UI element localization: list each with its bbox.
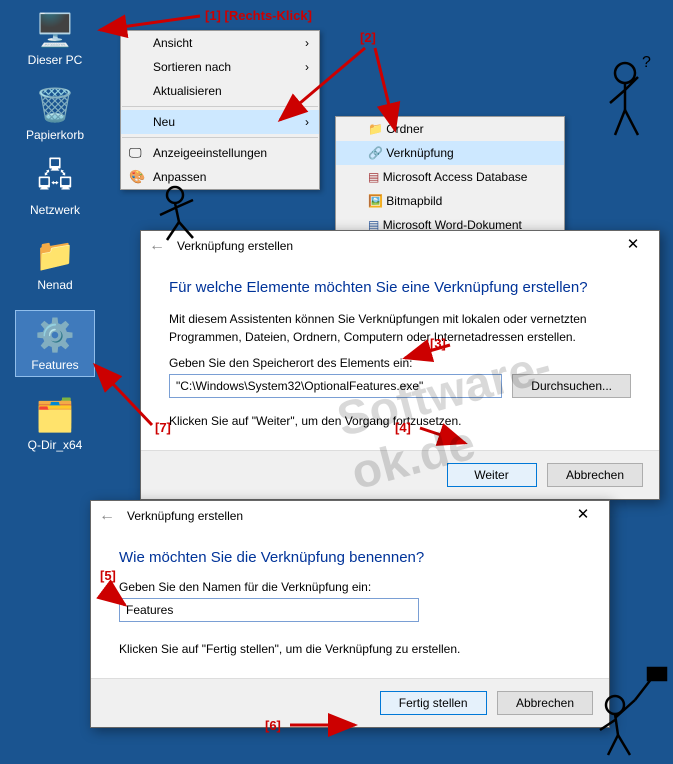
dialog-title: Verknüpfung erstellen (127, 509, 243, 523)
svg-text:?: ? (642, 55, 651, 71)
submenu-label: Ordner (386, 122, 423, 136)
desktop-icon-network[interactable]: 🖧 Netzwerk (15, 160, 95, 217)
dialog-create-shortcut-2: ← Verknüpfung erstellen ✕ Wie möchten Si… (90, 500, 610, 728)
stickman-thinking: ? (590, 55, 660, 145)
dialog-titlebar: ← Verknüpfung erstellen ✕ (141, 231, 659, 261)
browse-button[interactable]: Durchsuchen... (512, 374, 631, 398)
separator (122, 106, 318, 107)
cancel-button[interactable]: Abbrechen (497, 691, 593, 715)
field-label: Geben Sie den Namen für die Verknüpfung … (119, 580, 581, 594)
submenu-item-bitmap[interactable]: 🖼️ Bitmapbild (336, 189, 564, 213)
menu-item-display[interactable]: 🖵 Anzeigeeinstellungen (121, 141, 319, 165)
desktop-icon-label: Q-Dir_x64 (15, 438, 95, 452)
menu-item-sort[interactable]: Sortieren nach › (121, 55, 319, 79)
context-menu: Ansicht › Sortieren nach › Aktualisieren… (120, 30, 320, 190)
annotation-2: [2] (360, 30, 376, 45)
menu-label: Sortieren nach (153, 60, 231, 74)
stickman-working (145, 180, 215, 250)
submenu-item-shortcut[interactable]: 🔗 Verknüpfung (336, 141, 564, 165)
annotation-1: [1] [Rechts-Klick] (205, 8, 312, 23)
chevron-right-icon: › (305, 115, 309, 129)
button-row: Fertig stellen Abbrechen (91, 678, 609, 727)
cancel-button[interactable]: Abbrechen (547, 463, 643, 487)
location-input[interactable] (169, 374, 502, 398)
network-icon: 🖧 (35, 160, 75, 200)
submenu-label: Verknüpfung (386, 146, 453, 160)
desktop-icon-label: Dieser PC (15, 53, 95, 67)
dialog-heading: Für welche Elemente möchten Sie eine Ver… (169, 279, 631, 296)
submenu-item-access[interactable]: ▤ Microsoft Access Database (336, 165, 564, 189)
folder-icon: 📁 (368, 122, 383, 136)
customize-icon: 🎨 (129, 169, 145, 185)
trash-icon: 🗑️ (35, 85, 75, 125)
qdir-icon: 🗂️ (35, 395, 75, 435)
submenu-item-folder[interactable]: 📁 Ordner (336, 117, 564, 141)
desktop-icon-features[interactable]: ⚙️ Features (15, 310, 95, 377)
menu-item-refresh[interactable]: Aktualisieren (121, 79, 319, 103)
next-button[interactable]: Weiter (447, 463, 537, 487)
button-row: Weiter Abbrechen (141, 450, 659, 499)
submenu-label: Microsoft Access Database (383, 170, 528, 184)
menu-item-new[interactable]: Neu › (121, 110, 319, 134)
menu-item-view[interactable]: Ansicht › (121, 31, 319, 55)
desktop-icon-trash[interactable]: 🗑️ Papierkorb (15, 85, 95, 142)
menu-label: Ansicht (153, 36, 192, 50)
dialog-hint: Klicken Sie auf "Fertig stellen", um die… (119, 640, 581, 658)
shortcut-icon: 🔗 (368, 146, 383, 160)
chevron-right-icon: › (305, 36, 309, 50)
display-icon: 🖵 (129, 145, 145, 161)
close-button[interactable]: ✕ (563, 505, 603, 527)
desktop-icon-label: Netzwerk (15, 203, 95, 217)
dialog-description: Mit diesem Assistenten können Sie Verknü… (169, 310, 631, 346)
bitmap-icon: 🖼️ (368, 194, 383, 208)
desktop-icon-pc[interactable]: 🖥️ Dieser PC (15, 10, 95, 67)
menu-label: Neu (153, 115, 175, 129)
menu-label: Anzeigeeinstellungen (153, 146, 267, 160)
submenu-label: Bitmapbild (386, 194, 442, 208)
finish-button[interactable]: Fertig stellen (380, 691, 487, 715)
desktop-icon-label: Nenad (15, 278, 95, 292)
desktop-icon-folder[interactable]: 📁 Nenad (15, 235, 95, 292)
dialog-heading: Wie möchten Sie die Verknüpfung benennen… (119, 549, 581, 566)
chevron-right-icon: › (305, 60, 309, 74)
stickman-hammer (580, 650, 670, 760)
access-icon: ▤ (368, 170, 379, 184)
name-input[interactable] (119, 598, 419, 622)
desktop-icon-qdir[interactable]: 🗂️ Q-Dir_x64 (15, 395, 95, 452)
desktop-icon-label: Papierkorb (15, 128, 95, 142)
menu-label: Aktualisieren (153, 84, 222, 98)
dialog-titlebar: ← Verknüpfung erstellen ✕ (91, 501, 609, 531)
field-label: Geben Sie den Speicherort des Elements e… (169, 356, 631, 370)
submenu-new: 📁 Ordner 🔗 Verknüpfung ▤ Microsoft Acces… (335, 116, 565, 238)
dialog-create-shortcut-1: ← Verknüpfung erstellen ✕ Für welche Ele… (140, 230, 660, 500)
folder-icon: 📁 (35, 235, 75, 275)
separator (122, 137, 318, 138)
desktop-icon-label: Features (16, 358, 94, 372)
dialog-hint: Klicken Sie auf "Weiter", um den Vorgang… (169, 412, 631, 430)
close-button[interactable]: ✕ (613, 235, 653, 257)
features-icon: ⚙️ (35, 315, 75, 355)
computer-icon: 🖥️ (35, 10, 75, 50)
back-arrow-icon[interactable]: ← (99, 507, 115, 525)
